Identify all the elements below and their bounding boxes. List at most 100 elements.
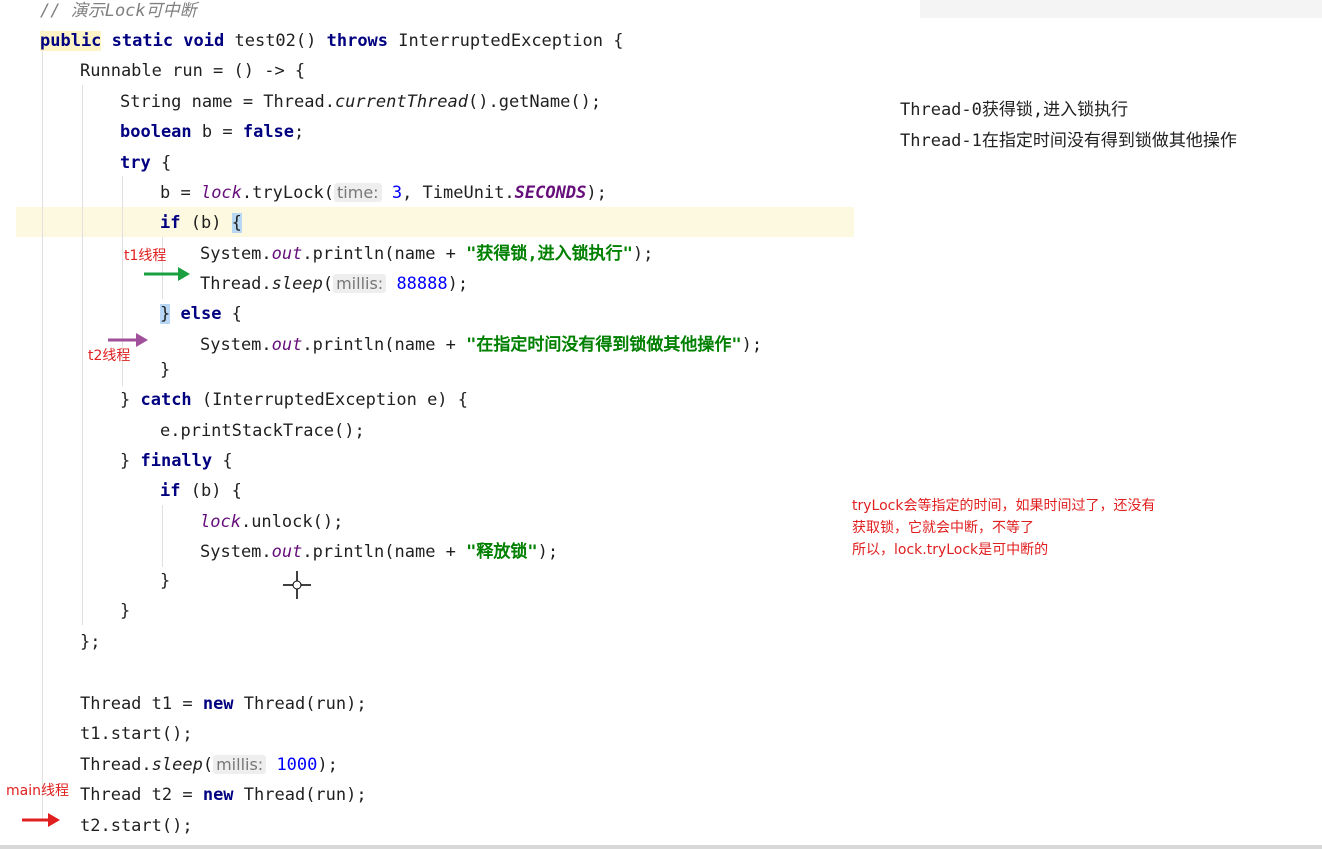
code-token: 88888 — [396, 274, 448, 294]
boolean-line: boolean b = false; — [120, 121, 304, 143]
println-other-line: System.out.println(name + "在指定时间没有得到锁做其他… — [200, 334, 762, 356]
code-token: ); — [586, 183, 607, 203]
code-token: boolean — [120, 122, 192, 142]
code-token: System. — [200, 542, 272, 562]
param-hint: millis: — [213, 755, 267, 774]
console-output-line-1: Thread-0获得锁,进入锁执行 — [900, 100, 1129, 120]
if-line: if (b) { — [160, 212, 242, 234]
code-token: (b) { — [180, 481, 242, 501]
code-token: ); — [317, 755, 338, 775]
code-token: ); — [632, 244, 654, 264]
code-token: out — [271, 244, 303, 264]
code-token: new — [202, 785, 234, 805]
top-background-smudge — [920, 0, 1322, 18]
code-token: b = — [191, 122, 243, 142]
note-line-1: tryLock会等指定的时间，如果时间过了，还没有 — [852, 498, 1156, 514]
t1-thread-label: t1线程 — [124, 248, 167, 264]
trylock-line: b = lock.tryLock(time: 3, TimeUnit.SECON… — [160, 182, 607, 204]
kw-public: public — [40, 31, 102, 51]
thread-t2-line: Thread t2 = new Thread(run); — [80, 784, 367, 806]
code-token: else — [170, 304, 222, 324]
code-token: out — [271, 542, 303, 562]
code-token: { — [212, 451, 233, 471]
code-token: .println(name + — [302, 244, 467, 264]
thread-t1-line: Thread t1 = new Thread(run); — [80, 693, 367, 715]
code-token: 1000 — [276, 755, 318, 775]
param-hint: millis: — [333, 274, 387, 293]
code-token: sleep — [271, 274, 323, 294]
main-arrow-icon — [22, 813, 60, 827]
code-token: } — [120, 390, 141, 410]
close-if-brace: } — [160, 360, 171, 380]
println-release-line: System.out.println(name + "释放锁"); — [200, 541, 558, 563]
code-token: sleep — [151, 755, 203, 775]
t2-arrow-icon — [108, 333, 148, 347]
catch-line: } catch (InterruptedException e) { — [120, 389, 468, 411]
kw-throws: throws — [326, 31, 389, 51]
sleep-line: Thread.sleep(millis: 88888); — [200, 273, 468, 295]
code-token: , TimeUnit. — [402, 183, 515, 203]
code-token: Thread t2 = — [80, 785, 203, 805]
code-token: ( — [202, 755, 214, 775]
code-token: try — [120, 153, 151, 173]
close-brace: } — [160, 571, 171, 591]
indent-guide — [162, 505, 163, 567]
print-stack-trace-line: e.printStackTrace(); — [160, 421, 365, 441]
if-b-finally-line: if (b) { — [160, 480, 242, 502]
note-line-2: 获取锁，它就会中断，不等了 — [852, 520, 1034, 536]
crosshair-cursor-icon — [283, 571, 311, 599]
note-line-3: 所以，lock.tryLock是可中断的 — [852, 542, 1049, 558]
brace-match-highlight: { — [231, 213, 242, 233]
code-token: .println(name + — [302, 542, 467, 562]
code-token: } — [120, 451, 141, 471]
indent-guide — [42, 30, 43, 820]
code-token: SECONDS — [514, 183, 587, 203]
try-line: try { — [120, 152, 171, 174]
code-token: lock — [200, 183, 242, 203]
code-token: String name = Thread. — [120, 92, 335, 112]
lambda-close: }; — [80, 632, 101, 652]
code-token: .println(name + — [302, 335, 467, 355]
code-token: catch — [140, 390, 192, 410]
code-token: .unlock(); — [240, 512, 344, 532]
t1-start-line: t1.start(); — [80, 724, 193, 744]
code-token: out — [271, 335, 303, 355]
code-token: Thread t1 = — [80, 694, 203, 714]
code-token: } — [160, 304, 171, 324]
code-token: ; — [294, 122, 305, 142]
bottom-border — [0, 845, 1322, 849]
method-sig-rest: InterruptedException { — [388, 31, 624, 51]
code-token: Thread(run); — [233, 785, 367, 805]
else-line: } else { — [160, 303, 242, 325]
main-thread-label: main线程 — [6, 783, 69, 799]
code-token: ().getName(); — [468, 92, 602, 112]
code-token: b = — [160, 183, 201, 203]
code-token: new — [202, 694, 234, 714]
method-name: test02() — [234, 31, 327, 51]
current-line-highlight — [16, 207, 854, 237]
code-token: if — [160, 481, 181, 501]
string-name-line: String name = Thread.currentThread().get… — [120, 91, 601, 113]
code-token: "获得锁,进入锁执行" — [466, 244, 633, 264]
t2-start-line: t2.start(); — [80, 816, 193, 836]
println-acquired-line: System.out.println(name + "获得锁,进入锁执行"); — [200, 243, 653, 265]
method-signature: public static void test02() throws Inter… — [40, 30, 623, 52]
finally-line: } finally { — [120, 450, 233, 472]
code-token: false — [242, 122, 295, 142]
code-editor[interactable]: // 演示Lock可中断 public static void test02()… — [0, 0, 880, 849]
code-token: { — [221, 304, 242, 324]
code-token: "在指定时间没有得到锁做其他操作" — [466, 335, 742, 355]
t1-arrow-icon — [144, 267, 190, 281]
code-token: lock — [200, 512, 241, 532]
unlock-line: lock.unlock(); — [200, 511, 343, 533]
console-output-line-2: Thread-1在指定时间没有得到锁做其他操作 — [900, 131, 1237, 151]
runnable-line: Runnable run = () -> { — [80, 61, 306, 81]
code-token: Thread. — [200, 274, 272, 294]
indent-guide — [82, 85, 83, 625]
code-token: { — [150, 153, 172, 173]
code-token: finally — [140, 451, 213, 471]
code-token: System. — [200, 244, 272, 264]
code-token: Thread(run); — [233, 694, 367, 714]
code-token: .tryLock( — [241, 183, 335, 203]
code-token: ( — [322, 274, 334, 294]
